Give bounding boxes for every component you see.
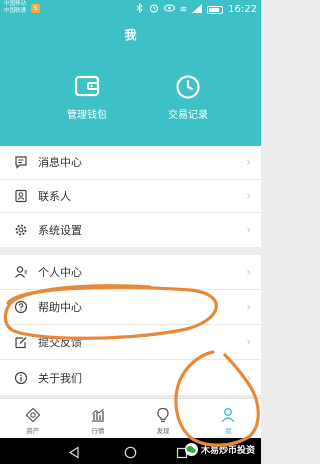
status-bar: 中国移动 中国联通 S ≋ 16:22 [0,0,261,20]
profile-header: 中国移动 中国联通 S ≋ 16:22 我 管理钱包 交易记录 [0,0,261,146]
menu-item-settings[interactable]: 系统设置 › [0,213,261,247]
carrier-info: 中国移动 中国联通 [4,1,26,15]
chevron-right-icon: › [246,335,251,349]
discover-icon [131,407,196,423]
menu-group-primary: 消息中心 › 联系人 › 系统设置 › [0,146,261,247]
transaction-records-label: 交易记录 [168,110,208,121]
bottom-tab-bar: 资产 行情 发现 我 [0,398,261,438]
help-icon [14,300,28,314]
info-icon [14,371,28,385]
home-icon[interactable] [124,444,137,463]
signal-icon [192,3,203,17]
watermark-logo-icon [184,443,198,456]
tab-label: 资产 [26,427,40,435]
me-icon [196,407,261,423]
sim-badge-icon: S [31,4,40,13]
back-icon[interactable] [68,444,80,463]
menu-item-label: 提交反馈 [38,336,82,349]
wallet-icon [47,74,127,100]
menu-group-secondary: 个人中心 › 帮助中心 › 提交反馈 › 关于我们 › [0,255,261,395]
tab-label: 行情 [91,427,105,435]
menu-item-label: 帮助中心 [38,301,82,314]
menu-item-label: 关于我们 [38,371,82,385]
menu-item-label: 消息中心 [38,156,82,170]
page-title: 我 [124,28,137,42]
watermark: 木易炒币投资 [184,443,255,456]
tab-me[interactable]: 我 [196,399,261,438]
status-time: 16:22 [228,4,257,15]
manage-wallet-button[interactable]: 管理钱包 [47,74,127,121]
carrier-2: 中国联通 [4,8,27,14]
status-icons: ≋ 16:22 [136,2,257,17]
person-icon [14,265,28,279]
chevron-right-icon: › [246,370,251,385]
chevron-right-icon: › [246,265,251,279]
menu-item-about-us[interactable]: 关于我们 › [0,360,261,395]
menu-item-messages[interactable]: 消息中心 › [0,146,261,180]
menu-item-help-center[interactable]: 帮助中心 › [0,290,261,325]
clock-icon [148,74,228,100]
battery-icon [207,6,224,14]
manage-wallet-label: 管理钱包 [67,110,107,121]
tab-assets[interactable]: 资产 [0,399,65,438]
tab-market[interactable]: 行情 [65,399,130,438]
menu-item-label: 系统设置 [38,223,82,237]
asset-icon [0,407,65,423]
watermark-text: 木易炒币投资 [200,446,255,456]
menu-item-label: 个人中心 [38,266,82,279]
menu-item-personal-center[interactable]: 个人中心 › [0,255,261,290]
message-icon [14,155,28,170]
chevron-right-icon: › [246,300,251,314]
contact-icon [14,189,28,203]
menu-item-feedback[interactable]: 提交反馈 › [0,325,261,360]
eye-icon [163,4,175,16]
carrier-1: 中国移动 [4,1,27,7]
wifi-icon: ≋ [179,5,188,15]
chevron-right-icon: › [246,155,251,170]
alarm-icon [149,3,159,17]
transaction-records-button[interactable]: 交易记录 [148,74,228,121]
bluetooth-icon [136,2,144,17]
menu-item-contacts[interactable]: 联系人 › [0,180,261,213]
feedback-icon [14,335,28,349]
tab-label: 我 [225,427,232,435]
chevron-right-icon: › [246,188,251,203]
tab-discover[interactable]: 发现 [131,399,196,438]
tab-label: 发现 [156,427,170,435]
menu-item-label: 联系人 [38,189,71,203]
market-icon [65,407,130,423]
gear-icon [14,223,28,237]
chevron-right-icon: › [246,222,251,237]
